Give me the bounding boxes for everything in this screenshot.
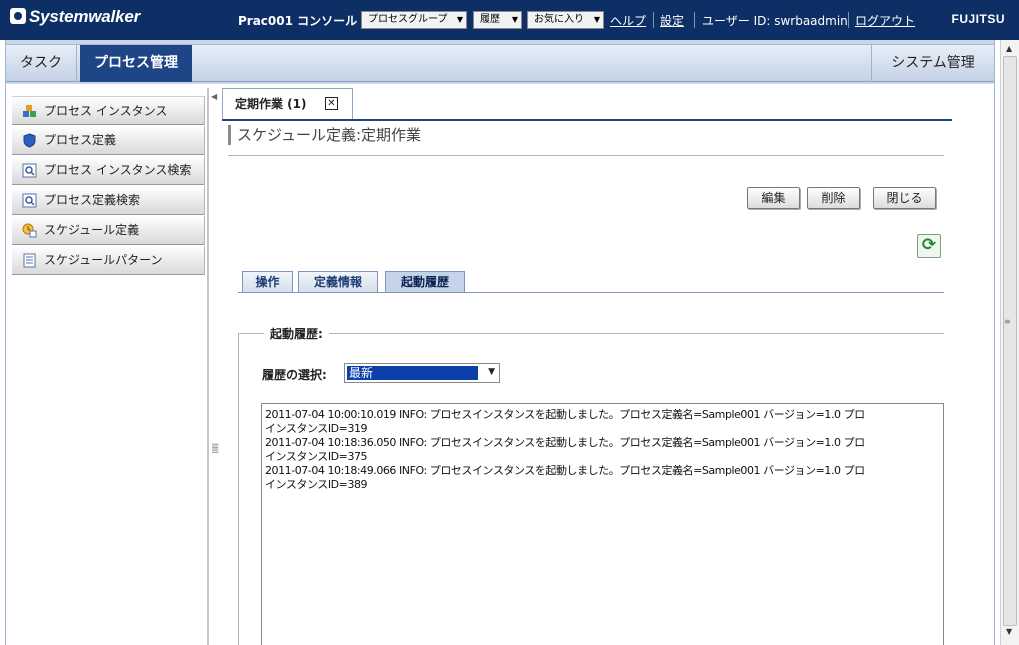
log-line: インスタンスID=375 [265, 450, 368, 463]
subtab-underline [238, 292, 944, 293]
user-id-label: ユーザー ID: swrbaadmin [702, 14, 848, 28]
scroll-grip-icon: ≡ [1004, 317, 1011, 326]
tab-underline [222, 119, 952, 121]
fieldset-border [238, 333, 944, 334]
tab-document[interactable]: 定期作業 (1) ✕ [222, 88, 353, 120]
settings-link[interactable]: 設定 [660, 12, 684, 29]
edit-button[interactable]: 編集 [747, 187, 800, 209]
systemwalker-logo-icon [10, 8, 26, 24]
sidebar-splitter[interactable] [207, 88, 209, 645]
main-nav: タスク プロセス管理 システム管理 [6, 44, 994, 82]
logout-link[interactable]: ログアウト [855, 12, 915, 29]
sidebar-item-label: スケジュールパターン [44, 253, 163, 267]
document-tab-label: 定期作業 (1) [235, 97, 307, 111]
sidebar-item-schedule-pattern[interactable]: スケジュールパターン [12, 246, 205, 275]
dropdown-label: 履歴 [480, 14, 500, 25]
delete-button[interactable]: 削除 [807, 187, 860, 209]
instance-search-icon [22, 163, 37, 178]
chevron-down-icon: ▼ [456, 15, 463, 24]
dropdown-label: お気に入り [534, 14, 584, 25]
subtab-definition-info[interactable]: 定義情報 [298, 271, 378, 293]
divider [848, 12, 849, 28]
refresh-icon[interactable]: ⟳ [917, 234, 941, 258]
divider [694, 12, 695, 28]
chevron-down-icon: ▼ [511, 15, 518, 24]
fujitsu-logo: FUJITSU [951, 12, 1005, 26]
history-log-textarea[interactable]: 2011-07-04 10:00:10.019 INFO: プロセスインスタンス… [261, 403, 944, 645]
sidebar-item-process-definition[interactable]: プロセス定義 [12, 126, 205, 155]
close-button[interactable]: 閉じる [873, 187, 936, 209]
top-header: Systemwalker Prac001 コンソール プロセスグループ ▼ 履歴 ▼… [0, 0, 1019, 40]
app-frame: タスク プロセス管理 システム管理 プロセス インスタンス プロセス定義 プロセ… [5, 40, 995, 645]
tab-task[interactable]: タスク [6, 45, 77, 82]
schedule-definition-icon [22, 223, 37, 238]
schedule-pattern-icon [23, 253, 36, 268]
sidebar-item-definition-search[interactable]: プロセス定義検索 [12, 186, 205, 215]
sidebar-item-schedule-definition[interactable]: スケジュール定義 [12, 216, 205, 245]
sidebar-item-label: プロセス インスタンス [44, 104, 168, 118]
history-select-value: 最新 [347, 366, 478, 380]
process-instance-icon [23, 105, 36, 117]
scroll-down-icon[interactable]: ▼ [1006, 627, 1012, 636]
log-line: インスタンスID=389 [265, 478, 368, 491]
favorites-dropdown[interactable]: お気に入り ▼ [527, 11, 604, 29]
page-title: スケジュール定義:定期作業 [228, 125, 421, 145]
close-icon[interactable]: ✕ [325, 97, 338, 110]
splitter-grip-icon[interactable]: ≡ ≡ [211, 442, 219, 464]
collapse-arrow-icon[interactable]: ◀ [211, 92, 217, 102]
sidebar-item-process-instance[interactable]: プロセス インスタンス [12, 96, 205, 125]
history-dropdown[interactable]: 履歴 ▼ [473, 11, 522, 29]
sidebar-item-label: プロセス定義 [44, 133, 117, 147]
subtab-launch-history[interactable]: 起動履歴 [385, 271, 465, 293]
history-select[interactable]: 最新 ▼ [344, 363, 500, 383]
log-line: インスタンスID=319 [265, 422, 368, 435]
tab-system-management[interactable]: システム管理 [871, 45, 994, 82]
sidebar: プロセス インスタンス プロセス定義 プロセス インスタンス検索 プロセス定義検… [12, 96, 205, 645]
window-scrollbar[interactable]: ▲ ≡ ▼ [1000, 40, 1019, 645]
sidebar-item-label: プロセス インスタンス検索 [44, 163, 192, 177]
sidebar-item-instance-search[interactable]: プロセス インスタンス検索 [12, 156, 205, 185]
sidebar-item-label: プロセス定義検索 [44, 193, 141, 207]
dropdown-label: プロセスグループ [368, 14, 448, 25]
systemwalker-logo: Systemwalker [10, 7, 140, 27]
chevron-down-icon: ▼ [593, 15, 600, 24]
history-select-label: 履歴の選択: [262, 368, 327, 382]
log-line: 2011-07-04 10:18:36.050 INFO: プロセスインスタンス… [265, 436, 865, 449]
fieldset-legend: 起動履歴: [264, 325, 329, 342]
content-area: プロセス インスタンス プロセス定義 プロセス インスタンス検索 プロセス定義検… [6, 84, 994, 645]
sidebar-item-label: スケジュール定義 [44, 223, 140, 237]
subtab-operations[interactable]: 操作 [242, 271, 293, 293]
help-link[interactable]: ヘルプ [610, 12, 646, 29]
logo-text: Systemwalker [29, 7, 141, 26]
divider [228, 155, 944, 156]
scroll-up-icon[interactable]: ▲ [1006, 44, 1012, 53]
process-group-dropdown[interactable]: プロセスグループ ▼ [361, 11, 467, 29]
chevron-down-icon: ▼ [488, 367, 495, 377]
definition-search-icon [22, 193, 37, 208]
divider [653, 12, 654, 28]
console-name: Prac001 コンソール [238, 14, 358, 28]
log-line: 2011-07-04 10:18:49.066 INFO: プロセスインスタンス… [265, 464, 865, 477]
scrollbar-thumb[interactable] [1003, 56, 1017, 626]
log-line: 2011-07-04 10:00:10.019 INFO: プロセスインスタンス… [265, 408, 865, 421]
fieldset-border [238, 333, 239, 645]
process-definition-icon [23, 133, 36, 148]
tab-process-management[interactable]: プロセス管理 [80, 45, 192, 82]
